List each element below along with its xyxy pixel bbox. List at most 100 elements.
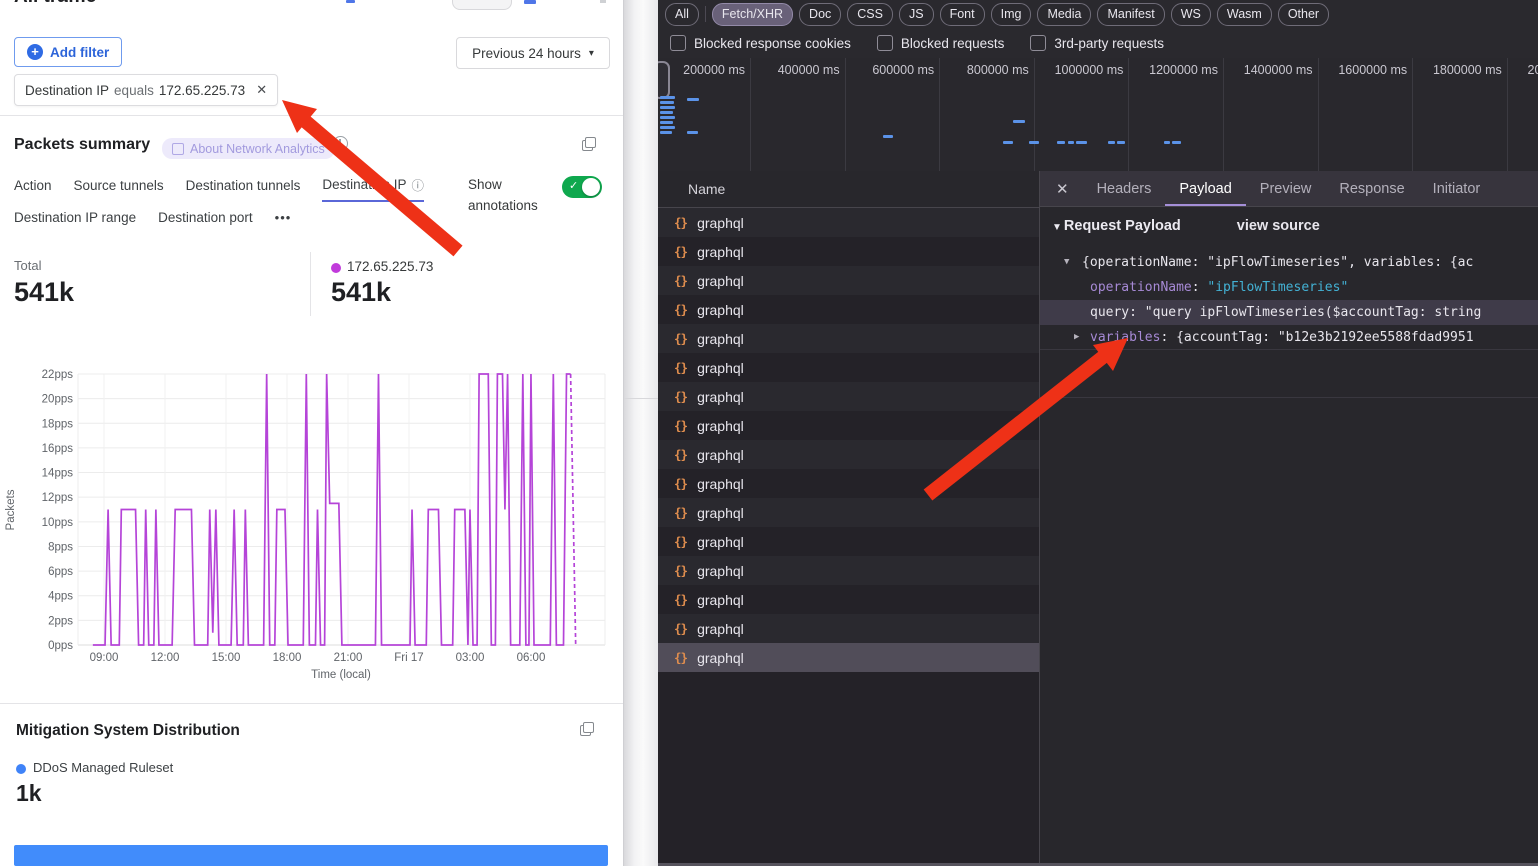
tab-destination-ip[interactable]: Destination IPⓘ — [322, 175, 424, 202]
request-type-chip-all[interactable]: All — [665, 3, 699, 26]
payload-line[interactable]: query: "query ipFlowTimeseries($accountT… — [1040, 300, 1538, 325]
svg-text:12:00: 12:00 — [151, 652, 180, 664]
check-icon: ✓ — [569, 179, 578, 192]
request-row[interactable]: {}graphql — [658, 353, 1039, 382]
svg-text:18:00: 18:00 — [273, 652, 302, 664]
network-filter-bar: All Fetch/XHR Doc CSS JS Font ImgMedia Manifest… — [658, 0, 1538, 28]
request-row[interactable]: {}graphql — [658, 295, 1039, 324]
cutoff-pill — [452, 0, 512, 10]
request-row[interactable]: {}graphql — [658, 266, 1039, 295]
request-type-chip-js[interactable]: JS — [899, 3, 934, 26]
payload-line[interactable]: ▶variables: {accountTag: "b12e3b2192ee55… — [1040, 325, 1538, 350]
divider — [1040, 349, 1538, 350]
request-row[interactable]: {}graphql — [658, 208, 1039, 237]
view-source-link[interactable]: view source — [1237, 218, 1320, 234]
request-type-chip-img[interactable]: Img — [991, 3, 1032, 26]
svg-text:0pps: 0pps — [48, 640, 73, 652]
request-row[interactable]: {}graphql — [658, 498, 1039, 527]
payload-text: : {accountTag: "b12e3b2192ee5588fdad9951 — [1160, 330, 1473, 345]
request-type-chip-wasm[interactable]: Wasm — [1217, 3, 1272, 26]
timeline-tick-label: 1800000 ms — [1433, 63, 1502, 77]
details-tab-response[interactable]: Response — [1325, 171, 1418, 206]
more-tabs-button[interactable]: ••• — [275, 210, 292, 231]
timeline-column: 1200000 ms — [1129, 58, 1224, 171]
packets-summary-title: Packets summary — [14, 136, 150, 154]
json-icon: {} — [674, 563, 687, 578]
details-tab-initiator[interactable]: Initiator — [1419, 171, 1495, 206]
packets-summary-tabs-2: Destination IP range Destination port ••• — [14, 210, 291, 231]
request-type-chip-font[interactable]: Font — [940, 3, 985, 26]
request-payload-title[interactable]: ▼Request Payload — [1052, 218, 1181, 234]
add-filter-button[interactable]: + Add filter — [14, 37, 122, 67]
show-annotations-toggle[interactable]: ✓ — [562, 176, 602, 198]
close-icon[interactable]: ✕ — [1056, 180, 1069, 198]
page-title: All traffic — [14, 0, 96, 8]
tab-destination-tunnels[interactable]: Destination tunnels — [186, 175, 301, 202]
checkbox-blocked-response-cookies[interactable]: Blocked response cookies — [670, 35, 851, 51]
json-icon: {} — [674, 331, 687, 346]
filter-chip[interactable]: Destination IP equals 172.65.225.73 ✕ — [14, 74, 278, 106]
payload-text: : — [1192, 280, 1208, 295]
request-type-chip-css[interactable]: CSS — [847, 3, 893, 26]
checkbox-3rd-party-requests[interactable]: 3rd-party requests — [1030, 35, 1164, 51]
request-name: graphql — [697, 389, 744, 405]
tab-destination-port[interactable]: Destination port — [158, 210, 253, 231]
request-row[interactable]: {}graphql — [658, 585, 1039, 614]
checkbox-blocked-requests[interactable]: Blocked requests — [877, 35, 1005, 51]
tab-source-tunnels[interactable]: Source tunnels — [74, 175, 164, 202]
request-activity-mark — [1057, 141, 1065, 144]
svg-text:22pps: 22pps — [42, 369, 74, 381]
request-name: graphql — [697, 534, 744, 550]
expanded-triangle-icon[interactable]: ▼ — [1064, 250, 1069, 275]
payload-line[interactable]: ▼{operationName: "ipFlowTimeseries", var… — [1040, 250, 1538, 275]
request-type-chip-other[interactable]: Other — [1278, 3, 1329, 26]
name-column-header[interactable]: Name — [658, 171, 1039, 208]
json-icon: {} — [674, 244, 687, 259]
divider — [0, 703, 623, 704]
request-row[interactable]: {}graphql — [658, 237, 1039, 266]
request-type-chip-doc[interactable]: Doc — [799, 3, 841, 26]
divider — [1040, 397, 1538, 398]
checkbox-label: Blocked requests — [901, 36, 1005, 51]
details-tab-preview[interactable]: Preview — [1246, 171, 1326, 206]
json-icon: {} — [674, 505, 687, 520]
expand-panel-icon-2[interactable] — [580, 722, 594, 736]
svg-text:21:00: 21:00 — [334, 652, 363, 664]
request-type-chip-manifest[interactable]: Manifest — [1097, 3, 1164, 26]
expand-panel-icon[interactable] — [582, 137, 596, 151]
request-activity-mark — [660, 116, 675, 119]
request-row[interactable]: {}graphql — [658, 382, 1039, 411]
request-name: graphql — [697, 650, 744, 666]
request-row[interactable]: {}graphql — [658, 556, 1039, 585]
remove-filter-icon[interactable]: ✕ — [256, 82, 267, 98]
tab-action[interactable]: Action — [14, 175, 52, 202]
request-row[interactable]: {}graphql — [658, 411, 1039, 440]
tab-destination-ip-range[interactable]: Destination IP range — [14, 210, 136, 231]
request-name: graphql — [697, 418, 744, 434]
details-tab-payload[interactable]: Payload — [1165, 171, 1245, 206]
payload-line[interactable]: operationName: "ipFlowTimeseries" — [1040, 275, 1538, 300]
timeline-tick-label: 800000 ms — [967, 63, 1029, 77]
request-row[interactable]: {}graphql — [658, 527, 1039, 556]
request-row[interactable]: {}graphql — [658, 643, 1039, 672]
request-type-chip-ws[interactable]: WS — [1171, 3, 1211, 26]
request-row[interactable]: {}graphql — [658, 614, 1039, 643]
request-activity-mark — [1029, 141, 1039, 144]
book-icon — [172, 143, 184, 155]
request-activity-mark — [1117, 141, 1125, 144]
about-network-analytics-badge[interactable]: About Network Analytics — [162, 138, 335, 159]
request-row[interactable]: {}graphql — [658, 440, 1039, 469]
request-row[interactable]: {}graphql — [658, 469, 1039, 498]
details-tab-headers[interactable]: Headers — [1083, 171, 1166, 206]
series-value: 541k — [331, 277, 391, 308]
toggle-knob — [582, 178, 600, 196]
request-type-chip-media[interactable]: Media — [1037, 3, 1091, 26]
legend-dot — [16, 764, 26, 774]
request-type-chip-fetch-xhr[interactable]: Fetch/XHR — [712, 3, 793, 26]
request-row[interactable]: {}graphql — [658, 324, 1039, 353]
network-overview-timeline[interactable]: 200000 ms400000 ms600000 ms800000 ms1000… — [658, 58, 1538, 172]
collapsed-triangle-icon[interactable]: ▶ — [1074, 325, 1079, 350]
time-range-dropdown[interactable]: Previous 24 hours ▾ — [456, 37, 610, 69]
checkbox-box — [1030, 35, 1046, 51]
json-icon: {} — [674, 476, 687, 491]
